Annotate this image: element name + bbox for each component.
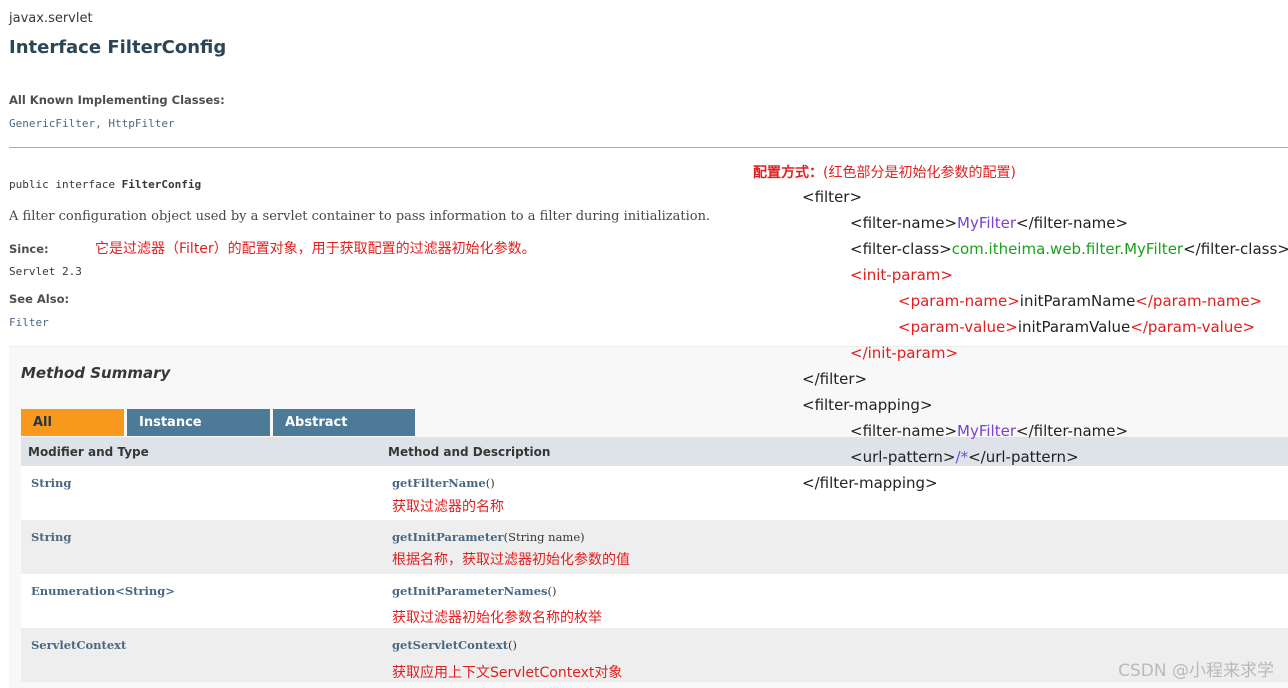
xml-filter-class-value: com.itheima.web.filter.MyFilter [951,240,1184,258]
method-params: (String name) [503,530,585,544]
method-params: () [547,584,557,598]
see-also-link[interactable]: Filter [9,316,49,329]
since-heading: Since: [9,242,49,256]
interface-declaration: public interface FilterConfig [9,178,201,191]
table-header [21,437,1288,466]
row-annotation: 获取应用上下文ServletContext对象 [392,665,623,681]
xml-tag: </filter-name> [1016,214,1129,232]
xml-param-value-value: initParamValue [1017,318,1131,336]
row-annotation: 获取过滤器初始化参数名称的枚举 [392,610,602,626]
row-method: getInitParameter(String name) [392,530,585,544]
decl-name: FilterConfig [121,178,202,191]
row-type-link[interactable]: ServletContext [31,638,126,652]
see-also-heading: See Also: [9,292,70,306]
method-summary-title: Method Summary [21,364,171,382]
xml-tag: </url-pattern> [968,448,1079,466]
config-title: 配置方式：(红色部分是初始化参数的配置) [753,162,1016,182]
row-type-link[interactable]: Enumeration<String> [31,584,175,598]
config-title-bold: 配置方式： [753,165,823,181]
xml-tag: <filter-name> [850,422,958,440]
xml-tag: </filter-class> [1183,240,1288,258]
decl-prefix: public interface [9,178,122,191]
xml-tag: <url-pattern> [850,448,956,466]
column-header-type: Modifier and Type [28,445,149,459]
method-params: () [485,476,495,490]
xml-param-name-value: initParamName [1019,292,1136,310]
xml-tag: <filter-name> [850,214,958,232]
tab-instance-methods[interactable]: Instance Methods [127,409,270,457]
method-link[interactable]: getServletContext [392,638,508,652]
row-method: getFilterName() [392,476,495,490]
table-row [21,574,1288,628]
watermark: CSDN @小程来求学 [1118,661,1274,681]
xml-init-param-close: </init-param> [850,344,959,362]
xml-mapping-open: <filter-mapping> [802,396,933,414]
interface-description: A filter configuration object used by a … [9,209,711,224]
row-annotation: 根据名称，获取过滤器初始化参数的值 [392,552,630,568]
xml-mapping-name-value: MyFilter [957,422,1016,440]
known-classes-heading: All Known Implementing Classes: [9,93,225,107]
row-type-link[interactable]: String [31,530,71,544]
tab-all-methods[interactable]: All Methods [21,409,124,457]
xml-url-pattern-value: /* [955,448,969,466]
known-classes-links[interactable]: GenericFilter, HttpFilter [9,117,175,130]
row-type-link[interactable]: String [31,476,71,490]
xml-tag: <param-value> [898,318,1018,336]
xml-mapping-close: </filter-mapping> [802,474,938,492]
tab-abstract-methods[interactable]: Abstract Methods [273,409,415,457]
xml-param-value-line: <param-value>initParamValue</param-value… [898,318,1255,336]
config-title-rest: (红色部分是初始化参数的配置) [823,165,1016,181]
xml-mapping-name-line: <filter-name>MyFilter</filter-name> [850,422,1128,440]
table-row [21,520,1288,574]
package-name: javax.servlet [9,11,93,26]
row-method: getServletContext() [392,638,517,652]
xml-param-name-line: <param-name>initParamName</param-name> [898,292,1262,310]
method-link[interactable]: getInitParameterNames [392,584,548,598]
xml-init-param-open: <init-param> [850,266,953,284]
xml-tag: <filter-class> [850,240,952,258]
xml-tag: </param-value> [1130,318,1256,336]
table-row [21,466,1288,520]
column-header-method: Method and Description [388,445,551,459]
xml-filter-open: <filter> [802,188,863,206]
method-link[interactable]: getFilterName [392,476,486,490]
xml-filter-name-value: MyFilter [957,214,1016,232]
row-annotation: 获取过滤器的名称 [392,499,504,515]
xml-filter-name-line: <filter-name>MyFilter</filter-name> [850,214,1128,232]
xml-filter-class-line: <filter-class>com.itheima.web.filter.MyF… [850,240,1288,258]
divider [9,147,1288,148]
xml-tag: </param-name> [1135,292,1263,310]
xml-filter-close: </filter> [802,370,868,388]
page-title: Interface FilterConfig [9,37,227,58]
xml-tag: </filter-name> [1016,422,1129,440]
method-params: () [508,638,517,652]
xml-url-pattern-line: <url-pattern>/*</url-pattern> [850,448,1079,466]
since-annotation: 它是过滤器（Filter）的配置对象，用于获取配置的过滤器初始化参数。 [95,241,536,257]
since-value: Servlet 2.3 [9,265,82,278]
table-row [21,628,1288,682]
xml-tag: <param-name> [898,292,1020,310]
row-method: getInitParameterNames() [392,584,556,598]
method-link[interactable]: getInitParameter [392,530,504,544]
